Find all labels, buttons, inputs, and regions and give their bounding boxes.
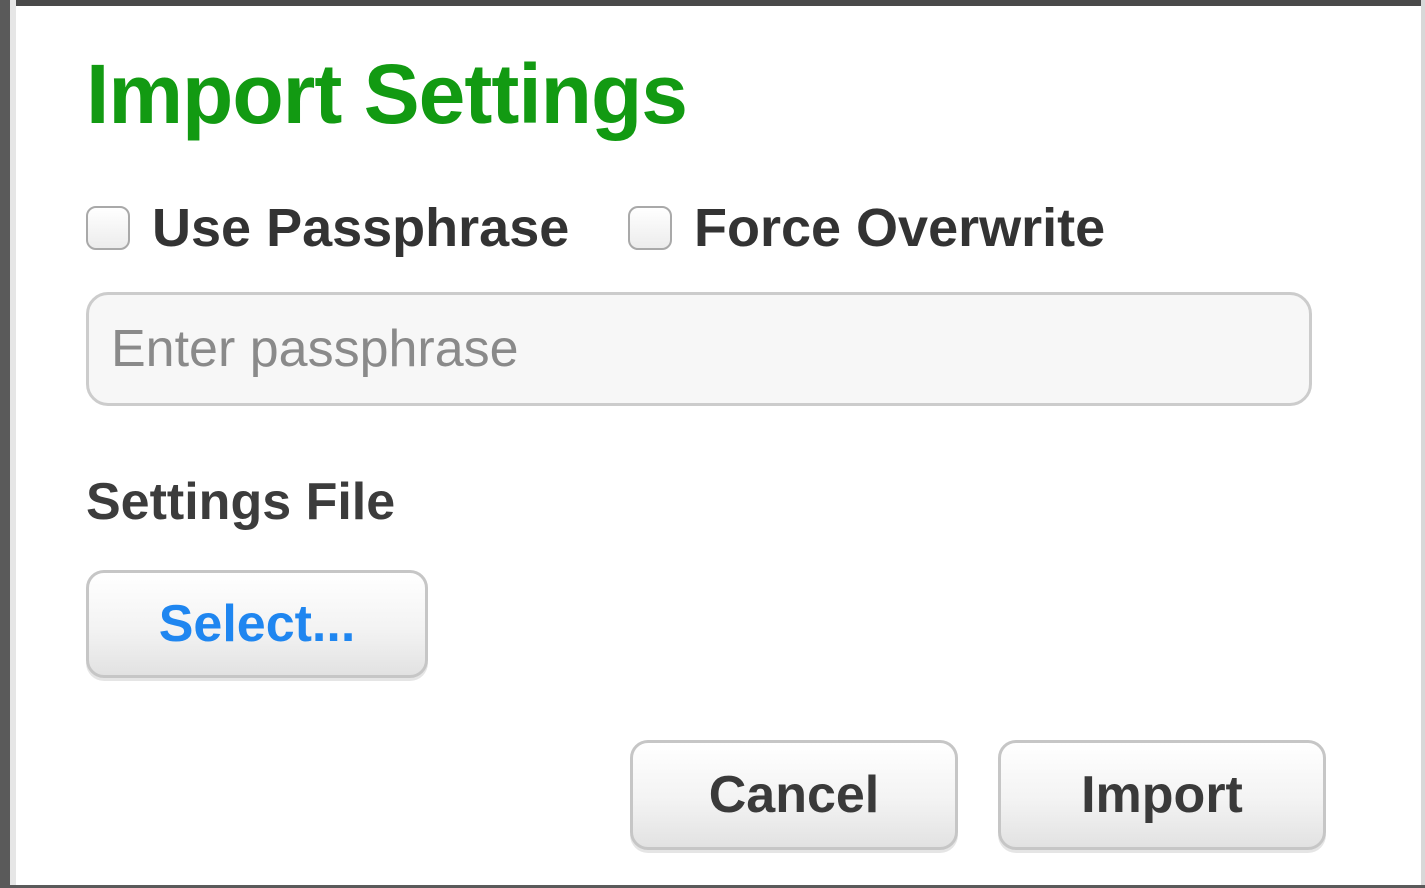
use-passphrase-checkbox[interactable]: [86, 206, 130, 250]
cancel-button[interactable]: Cancel: [630, 740, 958, 850]
window-top-border: [0, 0, 1425, 6]
import-settings-dialog: Import Settings Use Passphrase Force Ove…: [0, 0, 1425, 888]
force-overwrite-checkbox[interactable]: [628, 206, 672, 250]
window-left-bevel: [10, 0, 16, 888]
select-file-button[interactable]: Select...: [86, 570, 428, 678]
window-right-border: [1421, 0, 1425, 888]
use-passphrase-option[interactable]: Use Passphrase: [86, 196, 569, 260]
use-passphrase-label: Use Passphrase: [152, 198, 570, 258]
force-overwrite-label: Force Overwrite: [694, 198, 1106, 258]
dialog-title: Import Settings: [86, 47, 688, 141]
force-overwrite-option[interactable]: Force Overwrite: [628, 196, 1105, 260]
import-button[interactable]: Import: [998, 740, 1326, 850]
passphrase-input[interactable]: [86, 292, 1312, 406]
window-left-border: [0, 0, 10, 888]
settings-file-label: Settings File: [86, 473, 396, 531]
